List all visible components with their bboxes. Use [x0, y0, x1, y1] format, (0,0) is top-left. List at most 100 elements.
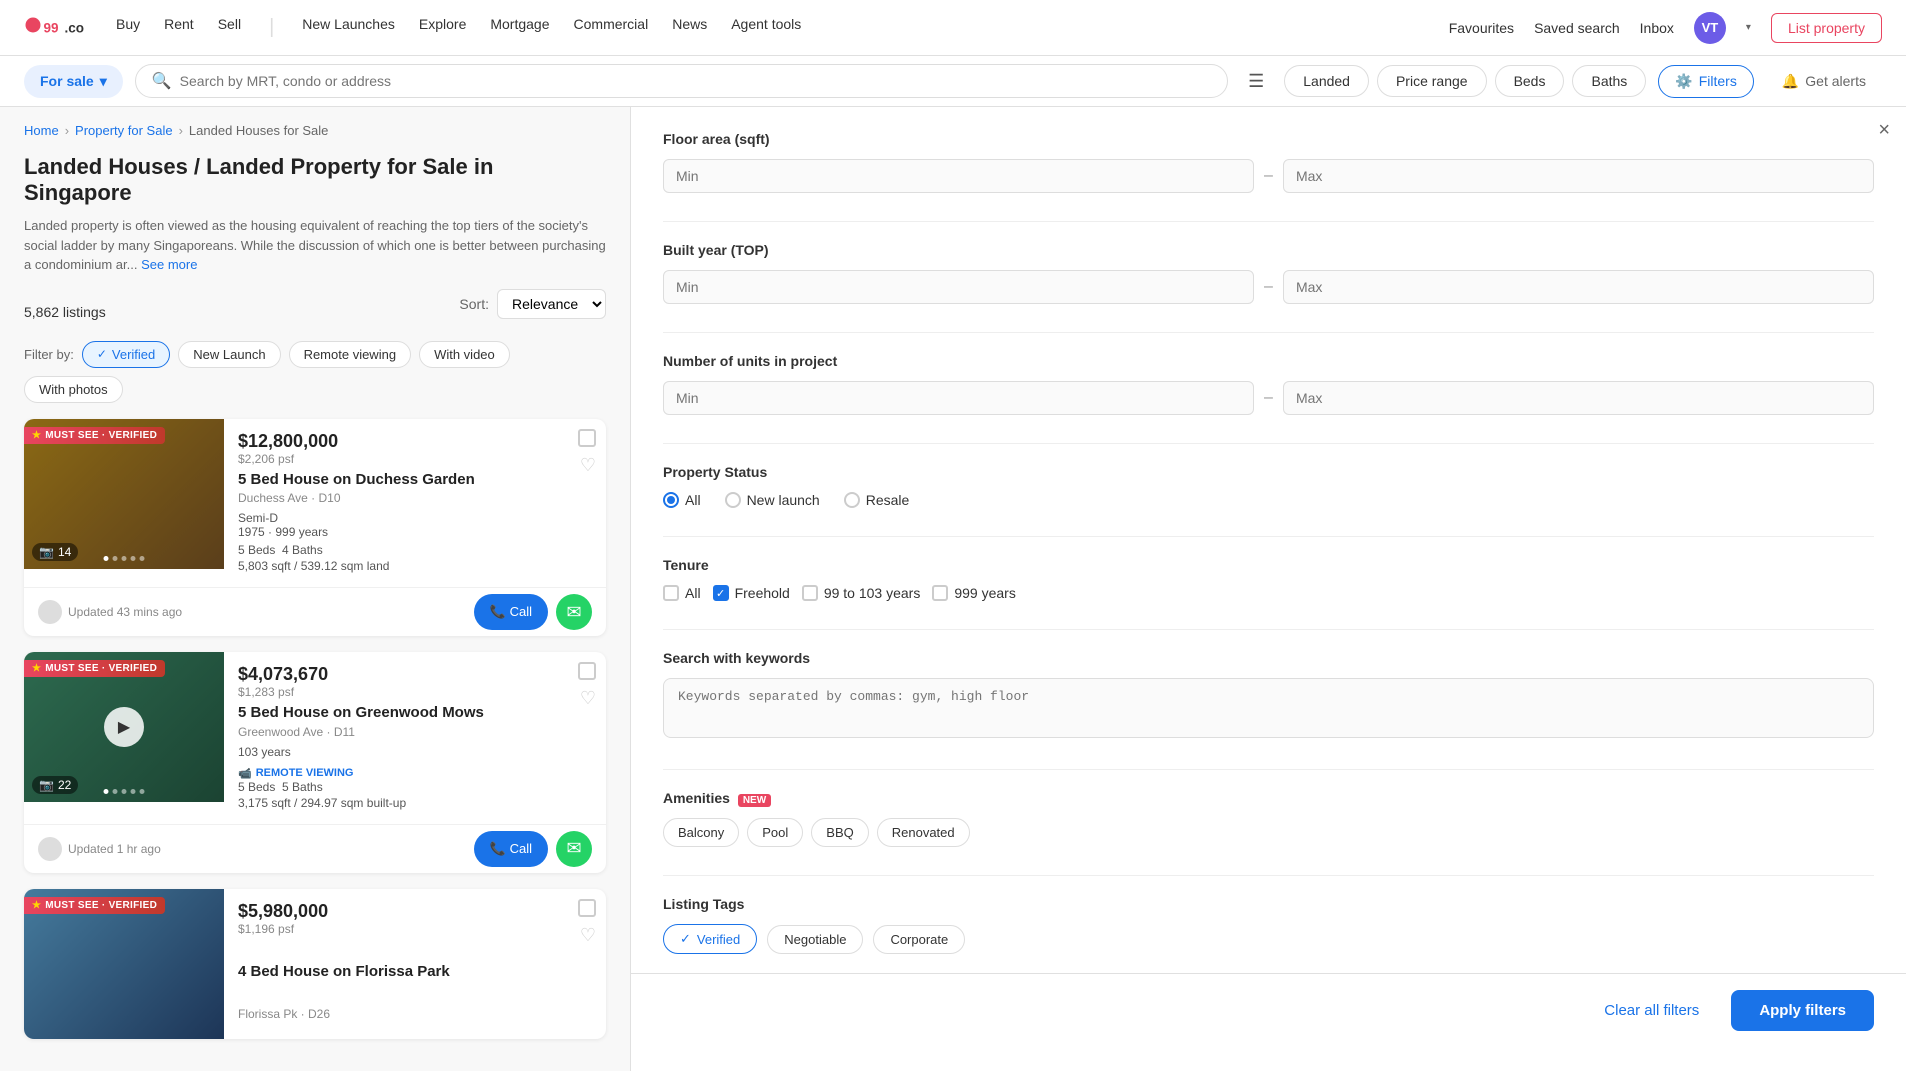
- nav-news[interactable]: News: [672, 16, 707, 39]
- filter-chip-with-video[interactable]: With video: [419, 341, 510, 368]
- divider: [663, 769, 1874, 770]
- check-icon: ✓: [680, 931, 691, 947]
- radio-resale-icon: [844, 492, 860, 508]
- filter-tab-price-range[interactable]: Price range: [1377, 65, 1487, 97]
- tag-corporate[interactable]: Corporate: [873, 925, 965, 954]
- nav-commercial[interactable]: Commercial: [574, 16, 649, 39]
- card-title[interactable]: 5 Bed House on Greenwood Mows: [238, 703, 592, 723]
- close-button[interactable]: ×: [1878, 119, 1890, 142]
- filter-tabs: Landed Price range Beds Baths: [1284, 65, 1646, 97]
- nav-buy[interactable]: Buy: [116, 16, 140, 39]
- call-button[interactable]: 📞 Call: [474, 831, 548, 867]
- radio-row: All New launch Resale: [663, 492, 1874, 508]
- card-title[interactable]: 4 Bed House on Florissa Park: [238, 962, 592, 982]
- heart-icon[interactable]: ♡: [580, 688, 596, 709]
- nav-inbox[interactable]: Inbox: [1640, 20, 1674, 36]
- card-type: Semi-D: [238, 511, 592, 525]
- nav-agent-tools[interactable]: Agent tools: [731, 16, 801, 39]
- call-button[interactable]: 📞 Call: [474, 594, 548, 630]
- amenity-balcony[interactable]: Balcony: [663, 818, 739, 847]
- tenure-99-years[interactable]: 99 to 103 years: [802, 585, 921, 601]
- play-button[interactable]: ▶: [104, 707, 144, 747]
- see-more-link[interactable]: See more: [141, 257, 197, 272]
- tag-negotiable[interactable]: Negotiable: [767, 925, 863, 954]
- get-alerts-button[interactable]: 🔔 Get alerts: [1766, 66, 1882, 97]
- range-separator: –: [1264, 389, 1273, 407]
- amenity-bbq[interactable]: BBQ: [811, 818, 868, 847]
- list-property-button[interactable]: List property: [1771, 13, 1882, 43]
- tenure-all[interactable]: All: [663, 585, 701, 601]
- filter-tab-baths[interactable]: Baths: [1572, 65, 1646, 97]
- nav-mortgage[interactable]: Mortgage: [490, 16, 549, 39]
- tenure-all-checkbox: [663, 585, 679, 601]
- card-title[interactable]: 5 Bed House on Duchess Garden: [238, 470, 592, 490]
- filter-tab-landed[interactable]: Landed: [1284, 65, 1369, 97]
- status-all[interactable]: All: [663, 492, 701, 508]
- tenure-freehold[interactable]: ✓ Freehold: [713, 585, 790, 601]
- card-info: $5,980,000 $1,196 psf ♡ 4 Bed House on F…: [224, 889, 606, 1039]
- nav-rent[interactable]: Rent: [164, 16, 194, 39]
- dot: [131, 556, 136, 561]
- clear-all-button[interactable]: Clear all filters: [1588, 990, 1715, 1031]
- menu-icon[interactable]: ☰: [1248, 71, 1264, 92]
- filter-chip-remote-viewing[interactable]: Remote viewing: [289, 341, 412, 368]
- range-row: –: [663, 381, 1874, 415]
- sort-select[interactable]: Relevance: [497, 289, 606, 319]
- floor-area-min[interactable]: [663, 159, 1254, 193]
- tag-verified[interactable]: ✓ Verified: [663, 924, 757, 954]
- breadcrumb-home[interactable]: Home: [24, 123, 59, 138]
- heart-icon[interactable]: ♡: [580, 455, 596, 476]
- filters-button[interactable]: ⚙️ Filters: [1658, 65, 1754, 98]
- dot: [122, 789, 127, 794]
- avatar[interactable]: VT: [1694, 12, 1726, 44]
- divider: [663, 221, 1874, 222]
- filter-tab-beds[interactable]: Beds: [1495, 65, 1565, 97]
- filter-chip-new-launch[interactable]: New Launch: [178, 341, 280, 368]
- built-year-max[interactable]: [1283, 270, 1874, 304]
- card-beds-baths: 5 Beds 5 Baths: [238, 780, 592, 794]
- dot: [104, 789, 109, 794]
- dot: [140, 789, 145, 794]
- filter-chip-verified[interactable]: ✓ Verified: [82, 341, 170, 368]
- floor-area-max[interactable]: [1283, 159, 1874, 193]
- divider: [663, 332, 1874, 333]
- breadcrumb-property-sale[interactable]: Property for Sale: [75, 123, 173, 138]
- nav-favourites[interactable]: Favourites: [1449, 20, 1514, 36]
- search-bar: For sale ▾ 🔍 ☰ Landed Price range Beds B…: [0, 56, 1906, 107]
- search-input[interactable]: [180, 73, 1211, 89]
- units-min[interactable]: [663, 381, 1254, 415]
- filter-panel: × Floor area (sqft) – Built year (TOP) –…: [630, 107, 1906, 1071]
- floor-area-section: Floor area (sqft) –: [663, 131, 1874, 193]
- whatsapp-button[interactable]: ✉: [556, 831, 592, 867]
- status-new-launch[interactable]: New launch: [725, 492, 820, 508]
- star-icon: ★: [32, 900, 41, 911]
- apply-filters-button[interactable]: Apply filters: [1731, 990, 1874, 1031]
- nav-saved-search[interactable]: Saved search: [1534, 20, 1620, 36]
- status-resale[interactable]: Resale: [844, 492, 910, 508]
- filter-by-label: Filter by:: [24, 347, 74, 362]
- heart-icon[interactable]: ♡: [580, 925, 596, 946]
- card-checkbox[interactable]: [578, 429, 596, 447]
- nav-explore[interactable]: Explore: [419, 16, 466, 39]
- card-checkbox[interactable]: [578, 662, 596, 680]
- nav-new-launches[interactable]: New Launches: [302, 16, 395, 39]
- video-icon: 📹: [238, 767, 252, 780]
- amenity-pool[interactable]: Pool: [747, 818, 803, 847]
- keywords-input[interactable]: [663, 678, 1874, 738]
- filter-chip-with-photos[interactable]: With photos: [24, 376, 123, 403]
- built-year-min[interactable]: [663, 270, 1254, 304]
- property-status-label: Property Status: [663, 464, 1874, 480]
- units-max[interactable]: [1283, 381, 1874, 415]
- whatsapp-button[interactable]: ✉: [556, 594, 592, 630]
- avatar-chevron-icon[interactable]: ▾: [1746, 22, 1751, 33]
- tenure-label: Tenure: [663, 557, 1874, 573]
- card-checkbox[interactable]: [578, 899, 596, 917]
- amenity-renovated[interactable]: Renovated: [877, 818, 970, 847]
- for-sale-dropdown[interactable]: For sale ▾: [24, 65, 123, 98]
- tenure-999-years[interactable]: 999 years: [932, 585, 1015, 601]
- listing-card: ★ MUST SEE · VERIFIED $5,980,000 $1,196 …: [24, 889, 606, 1039]
- card-beds-baths: 5 Beds 4 Baths: [238, 543, 592, 557]
- logo[interactable]: 99 .co: [24, 14, 84, 42]
- tenure-freehold-checkbox: ✓: [713, 585, 729, 601]
- nav-sell[interactable]: Sell: [218, 16, 241, 39]
